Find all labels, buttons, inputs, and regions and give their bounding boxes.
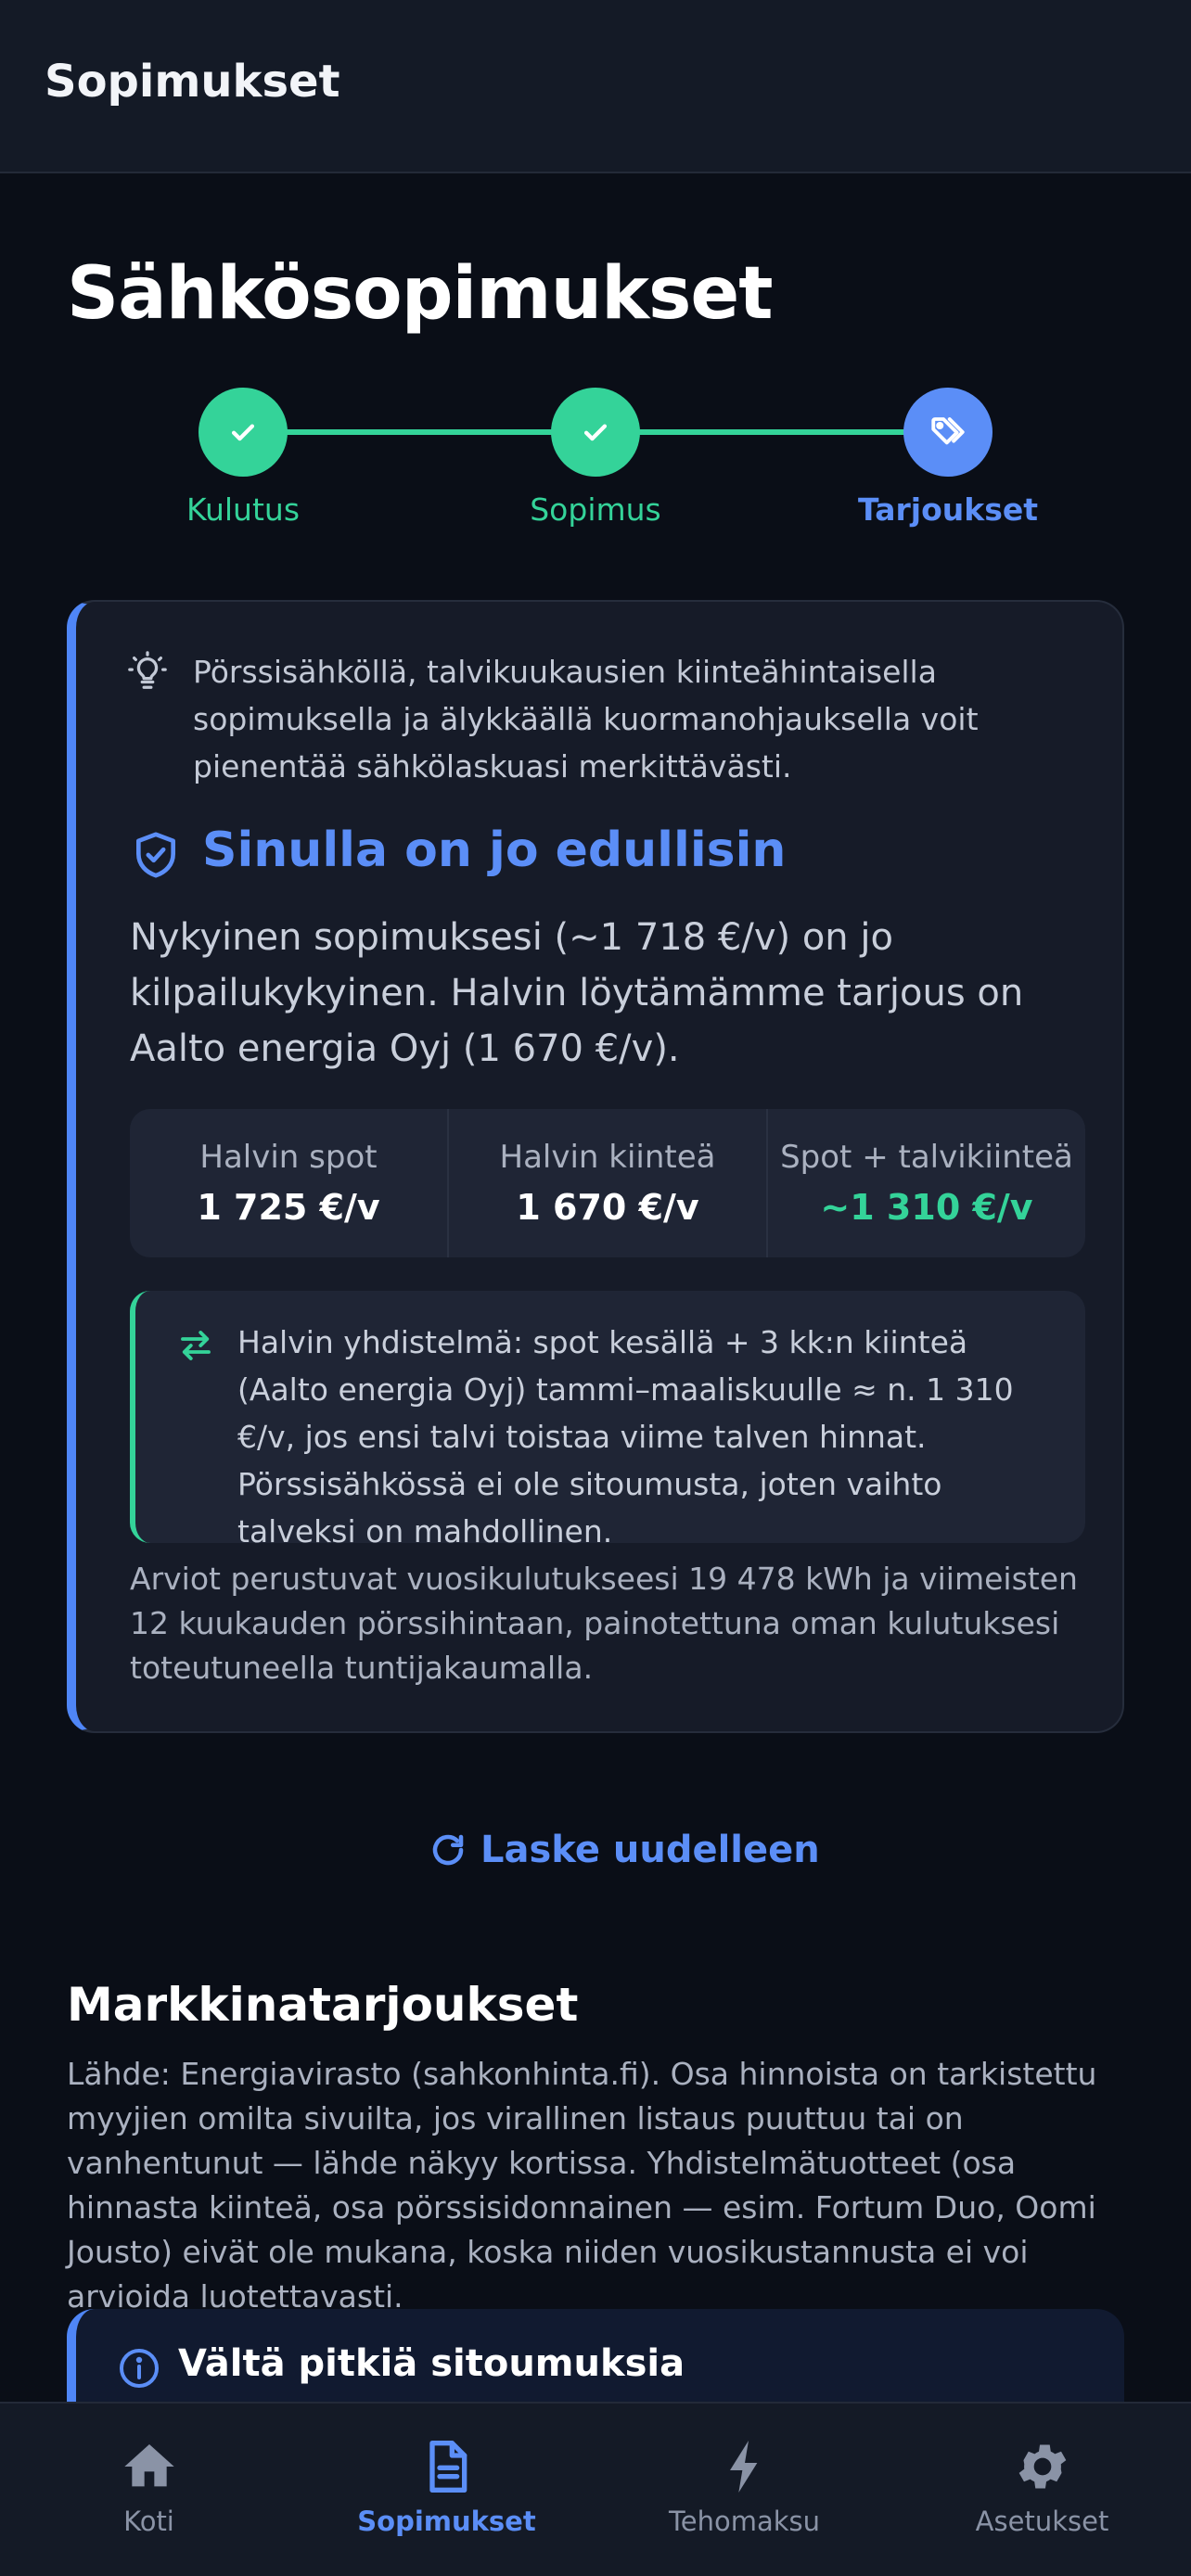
app-bar-title: Sopimukset bbox=[45, 56, 340, 108]
home-icon bbox=[123, 2444, 174, 2487]
nav-label: Tehomaksu bbox=[668, 2506, 821, 2537]
tip-text: Pörssisähköllä, talvikuukausien kiinteäh… bbox=[193, 654, 979, 784]
step-sopimus-circle[interactable] bbox=[551, 388, 640, 477]
warning-title: Vältä pitkiä sitoumuksia bbox=[178, 2342, 685, 2385]
nav-label: Asetukset bbox=[975, 2506, 1109, 2537]
nav-item-tehomaksu[interactable]: Tehomaksu bbox=[596, 2404, 893, 2576]
nav-item-sopimukset[interactable]: Sopimukset bbox=[298, 2404, 596, 2576]
combination-text: Halvin yhdistelmä: spot kesällä + 3 kk:n… bbox=[237, 1324, 1014, 1549]
nav-item-koti[interactable]: Koti bbox=[0, 2404, 298, 2576]
step-tarjoukset-circle[interactable] bbox=[903, 388, 992, 477]
stat-cheapest-fixed: Halvin kiinteä 1 670 €/v bbox=[449, 1109, 768, 1257]
combination-tip: Halvin yhdistelmä: spot kesällä + 3 kk:n… bbox=[130, 1291, 1085, 1549]
document-icon bbox=[429, 2441, 467, 2493]
stat-label: Spot + talvikiinteä bbox=[780, 1139, 1073, 1176]
nav-label: Sopimukset bbox=[357, 2506, 536, 2537]
page: Sopimukset Sähkösopimukset Kulutus Sopim… bbox=[0, 0, 1191, 2576]
recalculate-label: Laske uudelleen bbox=[480, 1829, 820, 1871]
stat-label: Halvin spot bbox=[199, 1139, 378, 1176]
check-icon bbox=[231, 424, 255, 441]
app-bar: Sopimukset bbox=[0, 0, 1191, 173]
step-label-sopimus: Sopimus bbox=[530, 491, 661, 528]
bottom-navigation: Koti Sopimukset Tehomaksu Asetukset bbox=[0, 2402, 1191, 2576]
stat-spot-winter-fixed: Spot + talvikiinteä ~1 310 €/v bbox=[768, 1109, 1085, 1257]
stat-value: ~1 310 €/v bbox=[820, 1187, 1033, 1228]
gear-icon bbox=[1018, 2444, 1066, 2489]
page-title: Sähkösopimukset bbox=[67, 252, 774, 336]
check-icon bbox=[583, 424, 608, 441]
tags-icon bbox=[931, 417, 965, 445]
estimate-footnote: Arviot perustuvat vuosikulutukseesi 19 4… bbox=[130, 1561, 1078, 1686]
info-icon bbox=[117, 2346, 161, 2394]
step-label-tarjoukset: Tarjoukset bbox=[857, 491, 1039, 528]
step-connector bbox=[243, 429, 596, 435]
market-offers-description: Lähde: Energiavirasto (sahkonhinta.fi). … bbox=[67, 2056, 1097, 2315]
result-card: Pörssisähköllä, talvikuukausien kiinteäh… bbox=[67, 600, 1124, 1733]
market-offers-title: Markkinatarjoukset bbox=[67, 1978, 579, 2032]
refresh-icon bbox=[432, 1834, 464, 1866]
recalculate-button[interactable]: Laske uudelleen bbox=[429, 1822, 820, 1878]
shield-check-icon bbox=[130, 827, 182, 886]
result-description: Nykyinen sopimuksesi (~1 718 €/v) on jo … bbox=[130, 916, 1024, 1070]
stat-label: Halvin kiinteä bbox=[499, 1139, 716, 1176]
lightbulb-icon bbox=[126, 650, 169, 696]
stat-value: 1 670 €/v bbox=[516, 1187, 699, 1228]
step-kulutus-circle[interactable] bbox=[198, 388, 288, 477]
nav-label: Koti bbox=[123, 2506, 174, 2537]
lightning-icon bbox=[729, 2441, 757, 2493]
stat-cheapest-spot: Halvin spot 1 725 €/v bbox=[130, 1109, 449, 1257]
step-connector bbox=[596, 429, 948, 435]
step-label-kulutus: Kulutus bbox=[186, 491, 301, 528]
nav-item-asetukset[interactable]: Asetukset bbox=[893, 2404, 1191, 2576]
swap-arrows-icon bbox=[176, 1326, 215, 1369]
result-title: Sinulla on jo edullisin bbox=[202, 823, 787, 878]
price-summary: Halvin spot 1 725 €/v Halvin kiinteä 1 6… bbox=[130, 1109, 1085, 1257]
stat-value: 1 725 €/v bbox=[197, 1187, 380, 1228]
